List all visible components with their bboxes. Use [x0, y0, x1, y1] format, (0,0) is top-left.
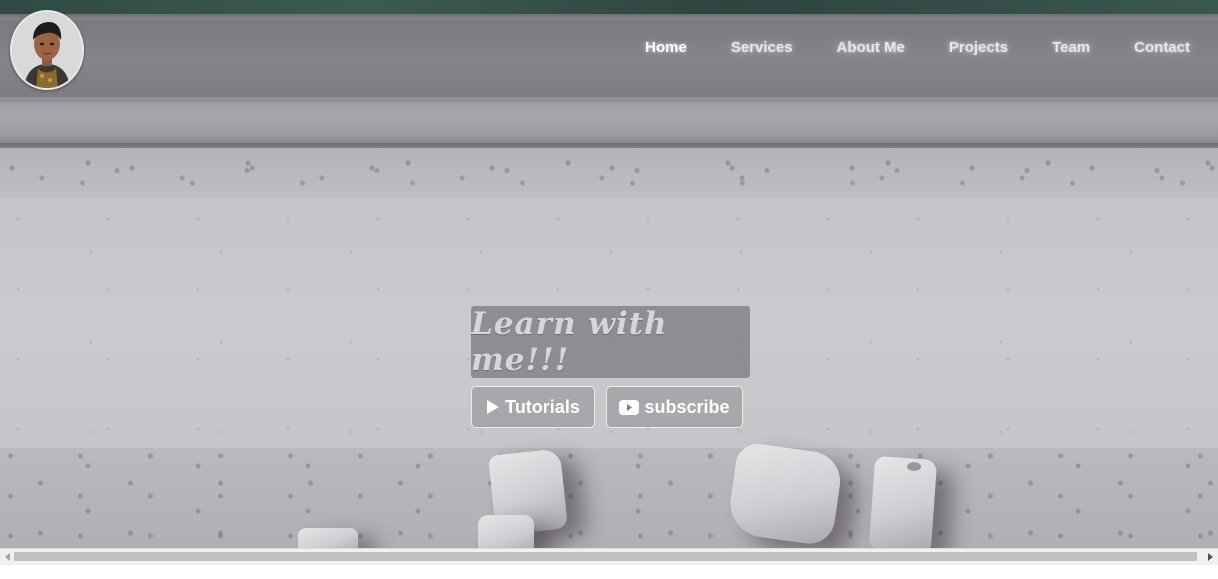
background-stone: [868, 455, 938, 548]
background-stone: [298, 528, 358, 548]
tutorials-button[interactable]: Tutorials: [471, 386, 595, 428]
subscribe-button-label: subscribe: [644, 396, 730, 417]
page: Home Services About Me Projects Team Con…: [0, 0, 1218, 579]
nav-projects[interactable]: Projects: [949, 38, 1008, 58]
background-curb: [0, 102, 1218, 144]
avatar-portrait-icon: [12, 12, 82, 88]
page-bottom-area: [0, 565, 1218, 579]
horizontal-scrollbar[interactable]: [0, 548, 1218, 565]
scroll-right-icon[interactable]: [1202, 549, 1218, 565]
nav-contact[interactable]: Contact: [1134, 38, 1190, 58]
tutorials-button-label: Tutorials: [505, 396, 580, 417]
background-stone-hole: [907, 462, 921, 471]
subscribe-button[interactable]: subscribe: [606, 386, 743, 428]
hero-title-box: Learn with me!!!: [471, 306, 750, 378]
hero-title: Learn with me!!!: [471, 306, 668, 378]
youtube-icon: [619, 399, 640, 415]
avatar[interactable]: [10, 10, 84, 90]
background-sand-lower: [0, 448, 1218, 548]
main-nav: Home Services About Me Projects Team Con…: [645, 38, 1190, 58]
scrollbar-thumb[interactable]: [14, 552, 1197, 561]
play-icon: [486, 399, 500, 415]
background-sand-rough: [0, 148, 1218, 198]
site-header: Home Services About Me Projects Team Con…: [0, 0, 1218, 98]
hero-buttons: Tutorials subscribe: [471, 386, 743, 428]
nav-services[interactable]: Services: [731, 38, 793, 58]
nav-about-me[interactable]: About Me: [837, 38, 905, 58]
nav-team[interactable]: Team: [1052, 38, 1090, 58]
background-stone: [478, 515, 534, 548]
nav-home[interactable]: Home: [645, 38, 687, 58]
